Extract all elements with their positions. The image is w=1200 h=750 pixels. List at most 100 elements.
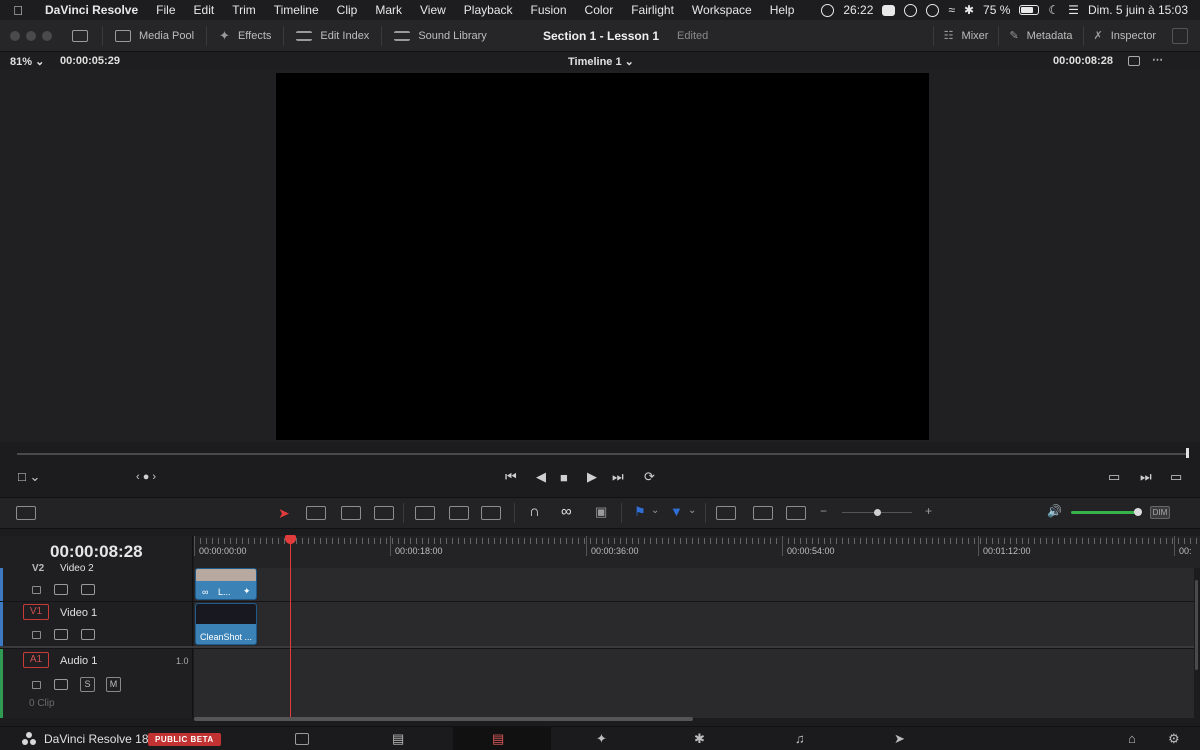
zoom-window-button[interactable] bbox=[42, 30, 52, 41]
full-extent-zoom-icon[interactable] bbox=[716, 506, 736, 520]
jog-control-icon[interactable]: ‹ ● › bbox=[136, 471, 156, 483]
minimize-window-button[interactable] bbox=[26, 30, 36, 41]
v1-badge[interactable]: V1 bbox=[23, 604, 49, 620]
play-reverse-icon[interactable]: ◀ bbox=[536, 469, 546, 485]
track-area[interactable] bbox=[194, 568, 1194, 718]
timeline-horizontal-scrollbar[interactable] bbox=[194, 717, 693, 721]
apple-menu-icon[interactable]:  bbox=[0, 3, 36, 18]
viewer-frame[interactable] bbox=[276, 73, 929, 440]
menu-app-name[interactable]: DaVinci Resolve bbox=[36, 3, 147, 17]
v1-clip[interactable]: CleanShot ... bbox=[195, 603, 257, 645]
custom-zoom-icon[interactable] bbox=[786, 506, 806, 520]
menu-trim[interactable]: Trim bbox=[223, 3, 265, 17]
volume-slider-fill[interactable] bbox=[1071, 511, 1137, 514]
v2-lock-icon[interactable] bbox=[32, 586, 41, 594]
menu-edit[interactable]: Edit bbox=[185, 3, 224, 17]
menu-fairlight[interactable]: Fairlight bbox=[622, 3, 683, 17]
media-page-icon[interactable] bbox=[295, 733, 309, 745]
insert-clip-icon[interactable] bbox=[415, 506, 435, 520]
menu-fusion[interactable]: Fusion bbox=[522, 3, 576, 17]
zoom-out-icon[interactable]: − bbox=[820, 504, 827, 520]
color-page-icon[interactable]: ✱ bbox=[694, 731, 705, 747]
linked-selection-icon[interactable]: ∞ bbox=[561, 503, 572, 520]
flag-icon[interactable]: ⚑ bbox=[634, 504, 646, 520]
zoom-slider-knob[interactable] bbox=[874, 509, 881, 516]
viewer-zoom-dropdown[interactable]: 81% ⌄ bbox=[0, 55, 60, 68]
replace-clip-icon[interactable] bbox=[481, 506, 501, 520]
dim-button[interactable]: DIM bbox=[1150, 506, 1170, 519]
inspector-button[interactable]: ✗ Inspector bbox=[1084, 29, 1166, 43]
menu-workspace[interactable]: Workspace bbox=[683, 3, 761, 17]
transform-icon[interactable]: □ ⌄ bbox=[18, 469, 40, 485]
dynamic-trim-mode-icon[interactable] bbox=[341, 506, 361, 520]
effects-button[interactable]: ✦ Effects bbox=[215, 28, 275, 44]
cut-page-icon[interactable]: ▤ bbox=[392, 731, 404, 747]
play-circle-icon[interactable] bbox=[926, 3, 940, 17]
control-center-icon[interactable]: ☰ bbox=[1068, 3, 1079, 17]
sound-library-button[interactable]: Sound Library bbox=[390, 30, 491, 42]
bluetooth-icon[interactable]: ✱ bbox=[964, 3, 974, 17]
menu-view[interactable]: View bbox=[411, 3, 455, 17]
viewer-scrubber-handle[interactable] bbox=[1186, 448, 1189, 458]
menu-extra-icon[interactable] bbox=[882, 4, 896, 16]
menu-color[interactable]: Color bbox=[576, 3, 623, 17]
menu-clip[interactable]: Clip bbox=[328, 3, 367, 17]
timeline-name-dropdown[interactable]: Timeline 1 ⌄ bbox=[568, 55, 634, 68]
menu-file[interactable]: File bbox=[147, 3, 184, 17]
metadata-button[interactable]: ✎ Metadata bbox=[999, 29, 1082, 43]
trim-edit-mode-icon[interactable] bbox=[306, 506, 326, 520]
blade-edit-mode-icon[interactable] bbox=[374, 506, 394, 520]
flag-dropdown-chevron-icon[interactable]: ⌄ bbox=[651, 505, 659, 521]
edit-page-tab-active[interactable]: ▤ bbox=[453, 727, 551, 750]
selection-mode-icon[interactable]: ➤ bbox=[278, 505, 290, 521]
playhead-line[interactable] bbox=[290, 540, 291, 718]
loop-icon[interactable]: ⟳ bbox=[644, 469, 655, 485]
focus-moon-icon[interactable]: ☾ bbox=[1048, 3, 1059, 17]
menu-mark[interactable]: Mark bbox=[366, 3, 411, 17]
v1-auto-select-icon[interactable] bbox=[54, 629, 68, 640]
a1-lock-icon[interactable] bbox=[32, 681, 41, 689]
snapping-magnet-icon[interactable]: ∩ bbox=[529, 503, 540, 520]
v1-enable-track-icon[interactable] bbox=[81, 629, 95, 640]
fusion-page-icon[interactable]: ✦ bbox=[596, 731, 607, 747]
menu-help[interactable]: Help bbox=[761, 3, 804, 17]
zoom-in-icon[interactable]: + bbox=[925, 504, 932, 520]
match-frame-icon[interactable]: ▭ bbox=[1108, 469, 1120, 485]
a1-mute-button[interactable]: M bbox=[106, 677, 121, 692]
v1-lock-icon[interactable] bbox=[32, 631, 41, 639]
more-options-icon[interactable]: ⋯ bbox=[1152, 55, 1163, 66]
marker-dropdown-chevron-icon[interactable]: ⌄ bbox=[688, 505, 696, 521]
close-window-button[interactable] bbox=[10, 30, 20, 41]
mixer-button[interactable]: ☷ Mixer bbox=[934, 29, 999, 43]
detail-zoom-icon[interactable] bbox=[753, 506, 773, 520]
v2-clip[interactable]: ∞ L... ✦ bbox=[195, 568, 257, 600]
go-to-end-icon[interactable]: ⏭ bbox=[612, 469, 624, 485]
deliver-page-icon[interactable]: ➤ bbox=[894, 731, 905, 747]
battery-icon[interactable] bbox=[1019, 5, 1040, 15]
wifi-icon[interactable]: ≈ bbox=[948, 3, 955, 17]
single-viewer-icon[interactable] bbox=[1128, 56, 1140, 66]
menu-playback[interactable]: Playback bbox=[455, 3, 522, 17]
menubar-datetime[interactable]: Dim. 5 juin à 15:03 bbox=[1088, 3, 1188, 17]
go-to-start-icon[interactable]: ⏮ bbox=[505, 469, 517, 485]
overwrite-clip-icon[interactable] bbox=[449, 506, 469, 520]
marker-icon[interactable]: ▼ bbox=[670, 504, 683, 520]
timer-check-icon[interactable] bbox=[821, 3, 835, 17]
accessibility-icon[interactable] bbox=[904, 3, 918, 17]
viewer-scrubber-bar[interactable] bbox=[17, 453, 1189, 455]
a1-auto-select-icon[interactable] bbox=[54, 679, 68, 690]
play-icon[interactable]: ▶ bbox=[587, 469, 597, 485]
fairlight-page-icon[interactable]: ♫ bbox=[795, 731, 805, 746]
next-edit-icon[interactable]: ⏭ bbox=[1140, 469, 1152, 485]
timeline-view-options-icon[interactable] bbox=[16, 506, 36, 520]
a1-solo-button[interactable]: S bbox=[80, 677, 95, 692]
toolbar-expand-chevron-icon[interactable] bbox=[1172, 27, 1188, 44]
edit-index-button[interactable]: Edit Index bbox=[292, 30, 373, 42]
settings-gear-icon[interactable]: ⚙ bbox=[1168, 731, 1180, 747]
a1-badge[interactable]: A1 bbox=[23, 652, 49, 668]
v2-enable-track-icon[interactable] bbox=[81, 584, 95, 595]
stop-icon[interactable]: ■ bbox=[560, 470, 568, 485]
timeline-vertical-scrollbar[interactable] bbox=[1195, 580, 1198, 670]
media-pool-button[interactable]: Media Pool bbox=[111, 29, 198, 42]
menu-timeline[interactable]: Timeline bbox=[265, 3, 328, 17]
